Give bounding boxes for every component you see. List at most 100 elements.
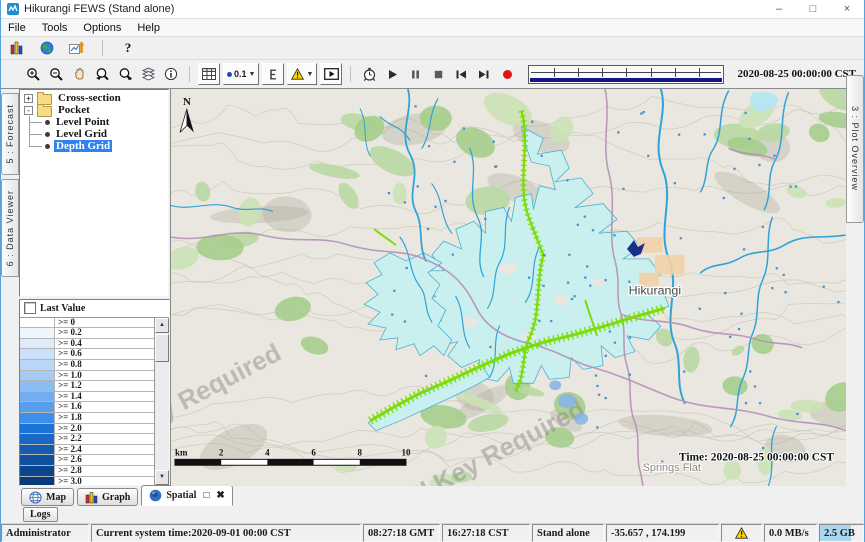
pan-icon[interactable]: [69, 64, 89, 84]
legend-row[interactable]: >= 1.4: [20, 392, 154, 403]
info-icon[interactable]: [161, 64, 181, 84]
layers-icon[interactable]: [138, 64, 158, 84]
menu-file[interactable]: File: [8, 22, 26, 34]
tree-item-pocket[interactable]: -Pocket: [20, 104, 168, 116]
map-display-icon[interactable]: [37, 38, 57, 58]
help-icon[interactable]: ?: [118, 38, 138, 58]
scrollbar-track[interactable]: [155, 333, 169, 470]
logs-row: Logs: [1, 506, 864, 523]
legend-color-swatch: [20, 381, 55, 391]
legend-label: >= 2.0: [55, 424, 154, 434]
legend-row[interactable]: >= 1.6: [20, 402, 154, 413]
legend-scrollbar[interactable]: ▲ ▼: [155, 318, 169, 485]
logs-button[interactable]: Logs: [23, 507, 58, 522]
pause-button[interactable]: [405, 64, 425, 84]
tree-item-label: Level Grid: [54, 128, 109, 140]
status-download-speed: 0.0 MB/s: [764, 524, 817, 542]
step-forward-button[interactable]: [474, 64, 494, 84]
minimize-button[interactable]: –: [762, 0, 796, 18]
stop-button[interactable]: [428, 64, 448, 84]
time-slider[interactable]: [528, 65, 724, 84]
menu-help[interactable]: Help: [137, 22, 160, 34]
legend-row[interactable]: >= 0.6: [20, 349, 154, 360]
zoom-next-icon[interactable]: [115, 64, 135, 84]
chart-display-icon[interactable]: [67, 38, 87, 58]
record-button[interactable]: [497, 64, 517, 84]
menu-options[interactable]: Options: [83, 22, 121, 34]
status-gmt-time: 08:27:18 GMT: [363, 524, 440, 542]
folder-icon: [37, 106, 52, 117]
tab-map[interactable]: Map: [21, 488, 74, 506]
legend-label: >= 0.6: [55, 349, 154, 359]
animation-timer-icon[interactable]: [359, 64, 379, 84]
legend-label: >= 0: [55, 318, 154, 328]
step-back-button[interactable]: [451, 64, 471, 84]
legend-color-swatch: [20, 402, 55, 412]
grid-display-button[interactable]: [198, 63, 220, 85]
legend-label: >= 0.4: [55, 339, 154, 349]
tab-forecast[interactable]: 5 : Forecast: [1, 93, 19, 175]
tab-map-label: Map: [46, 492, 66, 503]
legend-row[interactable]: >= 2.0: [20, 424, 154, 435]
explorer-icon[interactable]: [7, 38, 27, 58]
bullet-icon: [45, 120, 50, 125]
legend-row[interactable]: >= 0.8: [20, 360, 154, 371]
chevron-down-icon: ▼: [306, 71, 313, 78]
legend-row[interactable]: >= 1.2: [20, 381, 154, 392]
zoom-in-icon[interactable]: [23, 64, 43, 84]
legend-row[interactable]: >= 0.4: [20, 339, 154, 350]
contour-interval-dropdown[interactable]: 0.1 ▼: [223, 63, 259, 85]
interval-value: 0.1: [234, 69, 247, 79]
tab-maximize-icon[interactable]: □: [203, 490, 209, 501]
legend-row[interactable]: >= 3.0: [20, 477, 154, 485]
scroll-up-icon[interactable]: ▲: [155, 318, 169, 333]
time-slider-tick: [554, 68, 555, 77]
zoom-out-icon[interactable]: [46, 64, 66, 84]
legend-row[interactable]: >= 2.8: [20, 466, 154, 477]
legend-row[interactable]: >= 1.8: [20, 413, 154, 424]
legend-row[interactable]: >= 2.4: [20, 445, 154, 456]
map-view[interactable]: API Key Required API Key Required: [170, 89, 846, 486]
legend-label: >= 3.0: [55, 477, 154, 485]
tree-expander-icon[interactable]: -: [24, 106, 33, 115]
tab-plot-overview[interactable]: 3 : Plot Overview: [846, 75, 864, 223]
legend-row[interactable]: >= 0.2: [20, 328, 154, 339]
tab-close-icon[interactable]: ✖: [216, 490, 224, 501]
legend-color-swatch: [20, 349, 55, 359]
app-window: Hikurangi FEWS (Stand alone) – □ × File …: [1, 0, 864, 542]
status-warning[interactable]: [721, 524, 762, 542]
scale-tick: 6: [311, 447, 316, 457]
movie-player-button[interactable]: [320, 63, 342, 85]
close-button[interactable]: ×: [830, 0, 864, 18]
tab-spatial[interactable]: Spatial □ ✖: [141, 485, 232, 506]
tab-forecast-label: 5 : Forecast: [5, 104, 15, 164]
legend-row[interactable]: >= 2.2: [20, 434, 154, 445]
legend-row[interactable]: >= 0: [20, 318, 154, 329]
tree-item-label: Level Point: [54, 116, 111, 128]
tab-graph-label: Graph: [102, 492, 130, 503]
legend-row[interactable]: >= 2.6: [20, 455, 154, 466]
ruler-button[interactable]: [262, 63, 284, 85]
tab-data-viewer[interactable]: 6 : Data Viewer: [1, 179, 19, 277]
scroll-down-icon[interactable]: ▼: [155, 470, 169, 485]
tree-item-level-grid[interactable]: Level Grid: [20, 128, 168, 140]
last-value-checkbox[interactable]: [24, 302, 36, 314]
zoom-previous-icon[interactable]: [92, 64, 112, 84]
legend-label: >= 2.6: [55, 455, 154, 465]
maximize-button[interactable]: □: [796, 0, 830, 18]
map-canvas[interactable]: API Key Required API Key Required: [171, 89, 846, 486]
tree-connector: [29, 116, 45, 128]
tree-expander-icon[interactable]: +: [24, 94, 33, 103]
warning-threshold-dropdown[interactable]: ▼: [287, 63, 317, 85]
tree-item-depth-grid[interactable]: Depth Grid: [20, 140, 168, 152]
tab-graph[interactable]: Graph: [77, 488, 138, 506]
app-icon: [7, 3, 19, 15]
scrollbar-thumb[interactable]: [155, 334, 169, 362]
tree-item-cross-section[interactable]: +Cross-section: [20, 92, 168, 104]
legend-row[interactable]: >= 1.0: [20, 371, 154, 382]
play-button[interactable]: [382, 64, 402, 84]
tree-item-level-point[interactable]: Level Point: [20, 116, 168, 128]
globe-grid-icon: [29, 491, 42, 504]
legend-label: >= 1.8: [55, 413, 154, 423]
menu-tools[interactable]: Tools: [42, 22, 68, 34]
